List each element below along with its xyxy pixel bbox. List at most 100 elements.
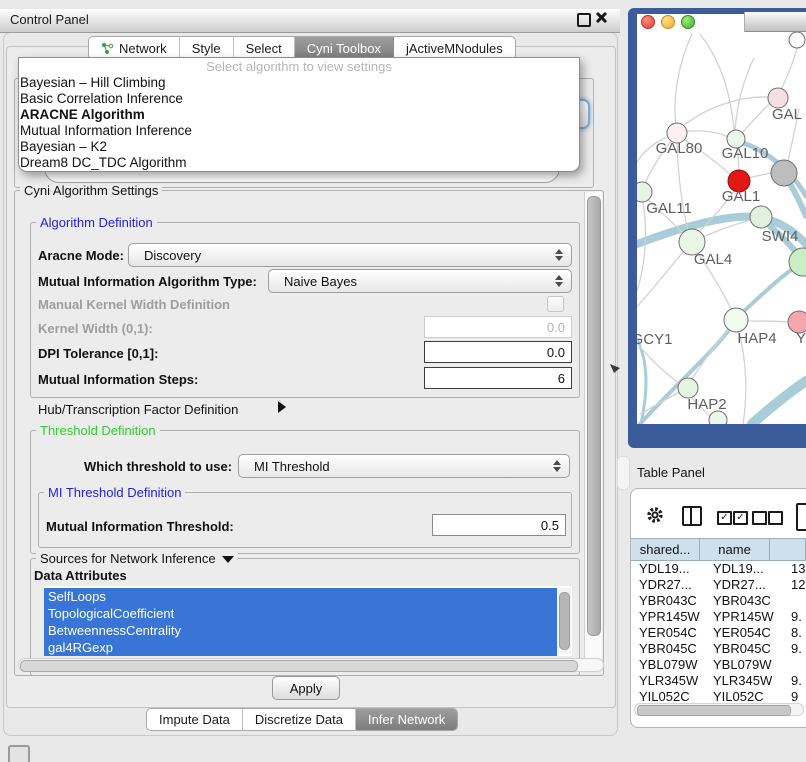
checked-checkbox-icon[interactable]: ✓: [733, 511, 748, 525]
table-row[interactable]: YPR145WYPR145W9.: [631, 609, 806, 625]
column-header[interactable]: name: [700, 539, 770, 560]
node-label: GAL10: [722, 145, 769, 162]
mi-steps-field[interactable]: 6: [424, 367, 572, 389]
tab-jactivemnodules[interactable]: jActiveMNodules: [394, 37, 515, 59]
network-edge: [637, 202, 645, 313]
kernel-width-field[interactable]: 0.0: [424, 316, 572, 338]
network-node-gal[interactable]: [768, 88, 788, 108]
stepper-arrows-icon: [555, 275, 563, 287]
sources-title[interactable]: Sources for Network Inference: [36, 551, 238, 566]
network-node[interactable]: [789, 32, 805, 48]
mi-threshold-field[interactable]: 0.5: [432, 514, 566, 536]
table-row[interactable]: YBR043CYBR043C: [631, 593, 806, 609]
table-row[interactable]: YDL19...YDL19...13: [631, 561, 806, 577]
unchecked-checkbox-icon[interactable]: [768, 511, 783, 525]
stepper-arrows-icon: [553, 460, 561, 472]
network-node[interactable]: [709, 411, 727, 424]
algorithm-option[interactable]: Dream8 DC_TDC Algorithm: [19, 155, 579, 171]
algorithm-definition-title: Algorithm Definition: [36, 215, 157, 230]
network-edge: [683, 97, 768, 126]
tab-discretize-data[interactable]: Discretize Data: [243, 709, 356, 730]
tab-network[interactable]: Network: [89, 37, 180, 59]
gear-icon[interactable]: [646, 506, 664, 524]
aracne-mode-select[interactable]: Discovery: [128, 243, 572, 267]
which-threshold-select[interactable]: MI Threshold: [238, 454, 570, 478]
float-window-icon[interactable]: [577, 13, 591, 27]
attribute-item[interactable]: SelfLoops: [44, 588, 557, 605]
table-cell: YIL052C: [639, 689, 690, 701]
mi-steps-value: 6: [558, 371, 565, 386]
node-label: GAL11: [646, 200, 692, 217]
table-cell: YDL19...: [639, 561, 690, 577]
tab-style[interactable]: Style: [180, 37, 234, 59]
network-node-swi4[interactable]: [750, 206, 772, 228]
expand-right-icon[interactable]: [278, 401, 286, 413]
attribute-item[interactable]: BetweennessCentrality: [44, 622, 557, 639]
table-cell: 12: [791, 577, 805, 593]
table-cell: YER054C: [639, 625, 697, 641]
file-icon[interactable]: [796, 503, 806, 531]
network-node-gal11[interactable]: [637, 182, 652, 202]
table-cell: YDL19...: [713, 561, 764, 577]
network-node[interactable]: [771, 160, 797, 186]
tab-label: Discretize Data: [255, 712, 343, 727]
network-edge: [743, 102, 771, 132]
table-cell: YDR27...: [713, 577, 766, 593]
panel-splitter-handle[interactable]: [617, 456, 630, 490]
attribute-item[interactable]: TopologicalCoefficient: [44, 605, 557, 622]
column-header[interactable]: [770, 539, 806, 560]
algorithm-option[interactable]: Basic Correlation Inference: [19, 91, 579, 107]
table-cell: YBR045C: [639, 641, 697, 657]
tab-select[interactable]: Select: [234, 37, 295, 59]
mi-type-label: Mutual Information Algorithm Type:: [38, 274, 257, 289]
mi-type-select[interactable]: Naive Bayes: [268, 269, 572, 293]
network-node-hap2[interactable]: [678, 378, 698, 398]
table-row[interactable]: YER054CYER054C8.: [631, 625, 806, 641]
tab-label: jActiveMNodules: [406, 41, 503, 56]
settings-hscrollbar-thumb[interactable]: [20, 660, 578, 672]
dpi-tolerance-field[interactable]: 0.0: [424, 341, 572, 363]
table-row[interactable]: YDR27...YDR27...12: [631, 577, 806, 593]
attribute-item[interactable]: gal4RGexp: [44, 639, 557, 656]
table-cell: 9.: [791, 641, 802, 657]
unchecked-checkbox-icon[interactable]: [752, 511, 767, 525]
network-edge: [780, 48, 797, 92]
hub-definition-label: Hub/Transcription Factor Definition: [38, 402, 238, 417]
table-row[interactable]: YLR345WYLR345W9.: [631, 673, 806, 689]
mouse-cursor: [608, 362, 622, 376]
dock-panel-icon[interactable]: [8, 745, 30, 762]
network-edge: [675, 34, 692, 126]
window-close-icon[interactable]: [641, 15, 655, 29]
close-icon[interactable]: [594, 11, 607, 24]
network-edge: [747, 321, 789, 322]
data-attributes-list[interactable]: SelfLoopsTopologicalCoefficientBetweenne…: [44, 586, 572, 656]
table-row[interactable]: YIL052CYIL052C9: [631, 689, 806, 701]
column-header[interactable]: shared...: [631, 539, 700, 560]
split-columns-icon[interactable]: [682, 506, 702, 526]
manual-kernel-checkbox[interactable]: [547, 296, 564, 312]
apply-button[interactable]: Apply: [272, 676, 340, 700]
tab-label: Style: [192, 41, 221, 56]
mi-steps-label: Mutual Information Steps:: [38, 372, 198, 387]
network-node-hap4[interactable]: [724, 308, 748, 332]
settings-vscrollbar-thumb[interactable]: [587, 196, 601, 636]
algorithm-option[interactable]: Bayesian – K2: [19, 139, 579, 155]
attributes-scrollbar-thumb[interactable]: [559, 592, 570, 650]
algorithm-option[interactable]: Mutual Information Inference: [19, 123, 579, 139]
table-body: YDL19...YDL19...13YDR27...YDR27...12YBR0…: [631, 561, 806, 701]
table-hscrollbar-thumb[interactable]: [637, 705, 791, 716]
window-minimize-icon[interactable]: [661, 15, 675, 29]
tab-impute-data[interactable]: Impute Data: [147, 709, 243, 730]
table-row[interactable]: YBL079WYBL079W: [631, 657, 806, 673]
node-label: HAP4: [737, 330, 776, 347]
algorithm-option[interactable]: ARACNE Algorithm: [19, 107, 579, 123]
aracne-mode-label: Aracne Mode:: [38, 248, 124, 263]
algorithm-option[interactable]: Bayesian – Hill Climbing: [19, 75, 579, 91]
stepper-arrows-icon: [555, 249, 563, 261]
table-row[interactable]: YBR045CYBR045C9.: [631, 641, 806, 657]
tab-infer-network[interactable]: Infer Network: [356, 709, 457, 730]
tab-cyni-toolbox[interactable]: Cyni Toolbox: [295, 37, 394, 59]
window-zoom-icon[interactable]: [681, 15, 695, 29]
checked-checkbox-icon[interactable]: ✓: [717, 511, 732, 525]
tab-label: Network: [119, 41, 167, 56]
